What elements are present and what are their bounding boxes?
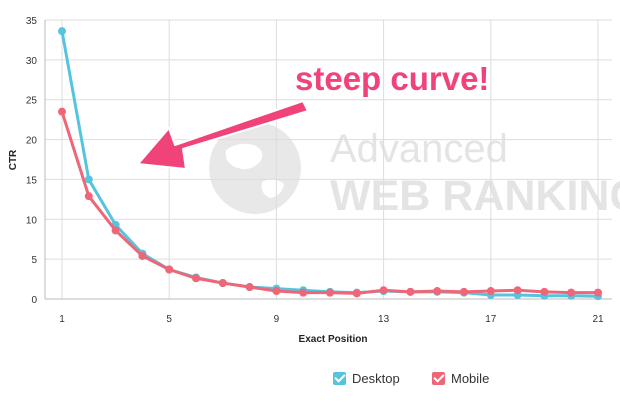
x-axis-title: Exact Position bbox=[299, 334, 368, 345]
data-point-desktop[interactable] bbox=[58, 27, 66, 36]
data-point-mobile[interactable] bbox=[406, 287, 415, 296]
y-axis-title: CTR bbox=[8, 149, 19, 170]
watermark-line1: Advanced bbox=[330, 127, 508, 171]
data-point-mobile[interactable] bbox=[352, 289, 361, 298]
line-chart: Advanced WEB RANKING 05101520253035 1591… bbox=[8, 16, 620, 345]
y-tick-label: 10 bbox=[26, 215, 38, 226]
x-tick-label: 13 bbox=[378, 314, 390, 325]
data-point-mobile[interactable] bbox=[111, 226, 120, 235]
data-point-mobile[interactable] bbox=[165, 265, 174, 274]
watermark: Advanced WEB RANKING bbox=[209, 122, 620, 220]
legend-label-mobile: Mobile bbox=[451, 371, 490, 386]
data-point-mobile[interactable] bbox=[460, 287, 468, 296]
data-point-mobile[interactable] bbox=[540, 287, 549, 296]
chart-container: Advanced WEB RANKING 0 5 10 15 20 25 30 35 1591… bbox=[0, 0, 620, 403]
y-tick-label: 35 bbox=[26, 16, 38, 27]
legend-item-mobile[interactable]: Mobile bbox=[432, 371, 489, 386]
y-tick-labels: 0 5 10 15 20 25 30 35 bbox=[26, 16, 38, 306]
x-tick-label: 1 bbox=[59, 314, 65, 325]
y-tick-label: 5 bbox=[31, 255, 37, 266]
data-point-mobile[interactable] bbox=[433, 287, 442, 296]
data-point-mobile[interactable] bbox=[245, 283, 254, 292]
data-point-mobile[interactable] bbox=[272, 287, 281, 296]
data-point-mobile[interactable] bbox=[326, 288, 334, 297]
y-tick-label: 30 bbox=[26, 56, 38, 67]
data-point-mobile[interactable] bbox=[567, 288, 576, 297]
y-tick-label: 20 bbox=[26, 136, 38, 147]
x-tick-label: 5 bbox=[166, 314, 172, 325]
data-point-mobile[interactable] bbox=[513, 286, 522, 295]
data-point-desktop[interactable] bbox=[84, 175, 93, 184]
y-tick-label: 0 bbox=[31, 295, 37, 306]
data-point-mobile[interactable] bbox=[594, 288, 602, 297]
data-point-mobile[interactable] bbox=[379, 286, 388, 295]
x-tick-label: 17 bbox=[485, 314, 497, 325]
y-tick-label: 15 bbox=[26, 175, 38, 186]
x-tick-label: 21 bbox=[592, 314, 604, 325]
data-point-mobile[interactable] bbox=[138, 251, 147, 260]
x-tick-label: 9 bbox=[274, 314, 280, 325]
data-point-mobile[interactable] bbox=[218, 279, 227, 288]
data-point-mobile[interactable] bbox=[299, 288, 308, 297]
annotation-text: steep curve! bbox=[295, 60, 489, 97]
legend-label-desktop: Desktop bbox=[352, 371, 400, 386]
y-tick-label: 25 bbox=[26, 96, 38, 107]
checkbox-icon bbox=[333, 372, 346, 385]
data-point-mobile[interactable] bbox=[486, 287, 495, 296]
data-point-mobile[interactable] bbox=[84, 192, 93, 201]
x-tick-labels: 1 5 9 13 17 21 bbox=[59, 314, 604, 325]
data-point-mobile[interactable] bbox=[192, 274, 200, 283]
legend-item-desktop[interactable]: Desktop bbox=[333, 371, 400, 386]
data-point-mobile[interactable] bbox=[58, 107, 66, 116]
checkbox-icon bbox=[432, 372, 445, 385]
